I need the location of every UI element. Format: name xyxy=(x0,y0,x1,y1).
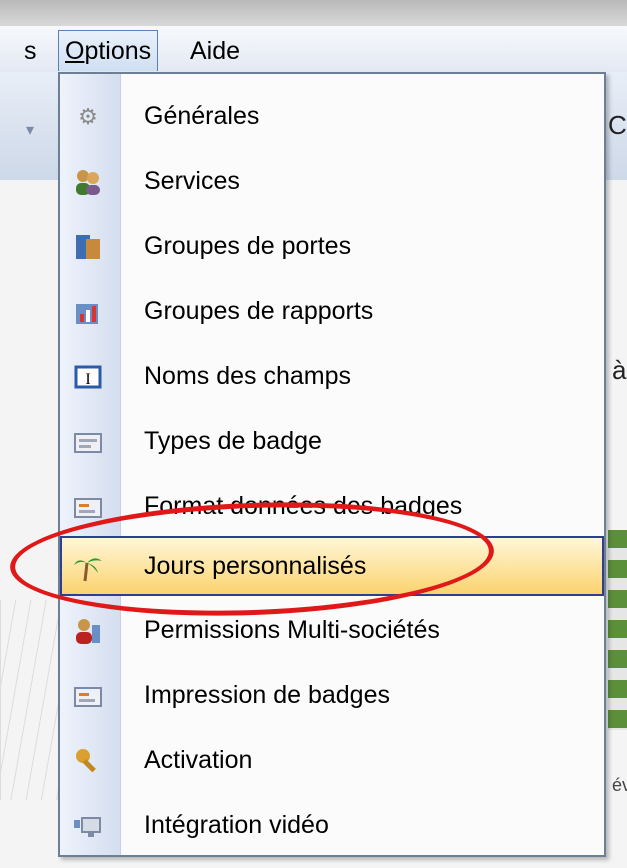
menu-item-groupes-portes[interactable]: Groupes de portes xyxy=(62,218,602,278)
key-icon xyxy=(72,745,104,777)
window-titlebar-area xyxy=(0,0,627,26)
svg-text:I: I xyxy=(85,371,90,388)
menu-item-label: Permissions Multi-sociétés xyxy=(144,616,440,644)
doors-icon xyxy=(72,231,104,263)
menu-item-services[interactable]: Services xyxy=(62,153,602,213)
menu-item-impression-badges[interactable]: Impression de badges xyxy=(62,667,602,727)
palm-tree-icon xyxy=(72,551,104,583)
menu-item-label: Activation xyxy=(144,746,253,774)
background-green-bars xyxy=(608,530,627,730)
menu-item-previous[interactable]: s xyxy=(24,34,37,68)
menu-item-noms-champs[interactable]: I Noms des champs xyxy=(62,348,602,408)
background-text-bottom: év xyxy=(612,775,627,795)
menu-item-label: Services xyxy=(144,167,240,195)
menu-item-label: Noms des champs xyxy=(144,362,352,390)
menu-item-integration-video[interactable]: Intégration vidéo xyxy=(62,797,602,857)
menu-item-label: Jours personnalisés xyxy=(144,552,367,580)
menu-options-accel: O xyxy=(65,37,85,65)
text-field-icon: I xyxy=(72,361,104,393)
user-permissions-icon xyxy=(72,615,104,647)
report-chart-icon xyxy=(72,296,104,328)
options-dropdown-menu: ⚙ Générales Services Groupes de portes G… xyxy=(58,72,606,857)
menu-item-generales[interactable]: ⚙ Générales xyxy=(62,88,602,148)
menu-item-label: Groupes de rapports xyxy=(144,297,374,325)
menu-item-jours-personnalises[interactable]: Jours personnalisés xyxy=(60,536,604,596)
menu-item-groupes-rapports[interactable]: Groupes de rapports xyxy=(62,283,602,343)
background-sketch xyxy=(0,600,61,800)
menu-item-permissions-multi-societes[interactable]: Permissions Multi-sociétés xyxy=(62,602,602,662)
menu-item-label: Intégration vidéo xyxy=(144,811,329,839)
menu-aide[interactable]: Aide xyxy=(190,34,240,68)
background-text-middle: à xyxy=(612,355,627,385)
toolbar-dropdown-icon[interactable]: ▾ xyxy=(26,120,34,140)
menu-item-label: Types de badge xyxy=(144,427,322,455)
menu-item-activation[interactable]: Activation xyxy=(62,732,602,792)
menu-item-label: Groupes de portes xyxy=(144,232,352,260)
menu-item-format-badges[interactable]: Format données des badges xyxy=(62,478,602,538)
badge-format-icon xyxy=(72,491,104,523)
badge-icon xyxy=(72,426,104,458)
video-monitor-icon xyxy=(72,810,104,842)
gears-icon: ⚙ xyxy=(78,104,98,129)
background-text-top: CI xyxy=(608,110,627,140)
badge-print-icon xyxy=(72,680,104,712)
menu-options-rest: ptions xyxy=(84,37,152,65)
menu-options[interactable]: Options xyxy=(58,30,159,71)
menu-item-label: Impression de badges xyxy=(144,681,390,709)
menu-item-types-badge[interactable]: Types de badge xyxy=(62,413,602,473)
menu-item-label: Format données des badges xyxy=(144,492,463,520)
menu-item-label: Générales xyxy=(144,102,260,130)
users-icon xyxy=(72,166,104,198)
